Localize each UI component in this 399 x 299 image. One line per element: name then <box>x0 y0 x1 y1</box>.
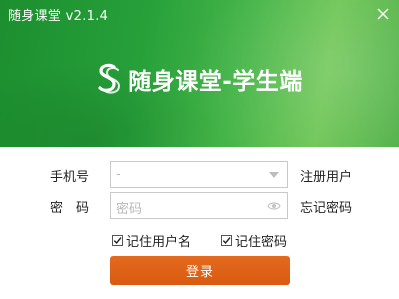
header-banner[interactable]: 随身课堂 v2.1.4 随身课堂-学生端 <box>0 0 399 147</box>
phone-input-value: - <box>116 167 121 182</box>
ss-logo-icon <box>98 63 121 94</box>
remember-username-checkbox[interactable]: 记住用户名 <box>112 231 191 250</box>
remember-password-checkbox[interactable]: 记住密码 <box>221 231 287 250</box>
chevron-down-icon[interactable] <box>269 172 279 178</box>
checkbox-checked-icon[interactable] <box>221 235 232 246</box>
login-button[interactable]: 登录 <box>110 256 290 285</box>
brand: 随身课堂-学生端 <box>0 59 399 99</box>
brand-name: 随身课堂-学生端 <box>128 69 303 95</box>
login-form: 手机号 - 注册用户 密码 密码 忘记密码 记住用户名 记住密码 登录 <box>0 147 399 299</box>
password-input[interactable]: 密码 <box>110 192 288 219</box>
checkbox-checked-icon[interactable] <box>112 235 123 246</box>
register-link[interactable]: 注册用户 <box>300 166 352 185</box>
password-label: 密码 <box>50 201 103 216</box>
phone-input[interactable]: - <box>110 161 288 188</box>
eye-icon[interactable] <box>267 200 281 212</box>
remember-username-label: 记住用户名 <box>126 235 192 250</box>
window-title: 随身课堂 v2.1.4 <box>8 9 109 24</box>
close-button[interactable] <box>371 2 395 26</box>
password-placeholder: 密码 <box>116 202 143 217</box>
remember-password-label: 记住密码 <box>235 235 288 250</box>
close-icon[interactable] <box>377 8 389 20</box>
login-window: 随身课堂 v2.1.4 随身课堂-学生端 手机号 - 注册用户 密码 密码 忘记… <box>0 0 399 299</box>
phone-label: 手机号 <box>50 170 90 185</box>
forgot-password-link[interactable]: 忘记密码 <box>300 197 352 216</box>
